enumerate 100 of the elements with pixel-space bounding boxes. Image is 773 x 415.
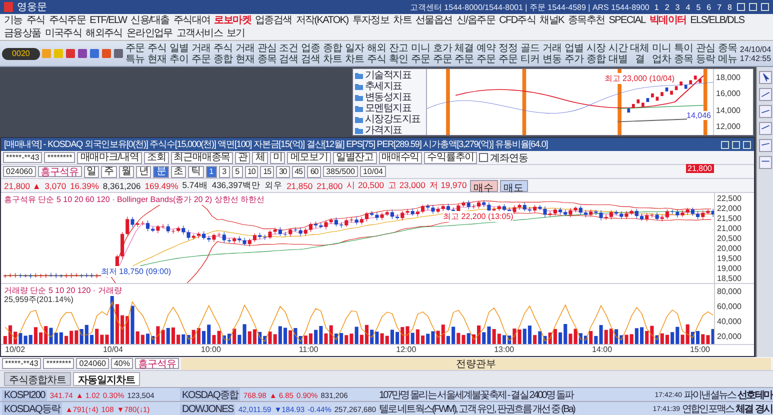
trade-button[interactable]: 매수 — [470, 180, 498, 192]
interval-button[interactable]: 15 — [260, 166, 274, 178]
data-count-field[interactable]: 385/500 — [323, 166, 358, 177]
news-headline[interactable]: 텔로 네트웍스(FWM), 고객 유인, 판권흐름 개선 중 (Ba) — [379, 402, 574, 415]
toolbar-button[interactable]: 호가 주문 — [432, 42, 453, 66]
menu-item[interactable]: 기능 — [2, 14, 24, 27]
interval-button[interactable]: 3 — [218, 166, 230, 178]
menu-item[interactable]: 차트 — [391, 14, 414, 27]
screen-page-button[interactable]: 7 — [716, 2, 723, 12]
action-button[interactable]: 일별잔고 — [332, 152, 377, 164]
menu-item[interactable]: 주식 — [24, 14, 47, 27]
news-headline[interactable]: 107만명 몰리는 서울세계불꽃축제 - 결실 2400명 돌파 — [379, 388, 574, 402]
screen-tab[interactable]: 자동일지차트 — [73, 372, 140, 386]
action-button[interactable]: 메모보기 — [287, 152, 331, 164]
action-button[interactable]: 매매수익 — [378, 152, 422, 164]
toolbar-button[interactable]: 미니 업차 — [651, 42, 672, 66]
action-button[interactable]: 최근매매종목 — [170, 152, 234, 164]
stock-code-field[interactable]: 024060 — [76, 358, 109, 369]
screen-number-field[interactable]: 0020 — [2, 48, 40, 60]
stock-code-field[interactable]: 024060 — [3, 166, 36, 177]
menu-item[interactable]: 선물옵션 — [414, 14, 454, 27]
account-field[interactable]: *****-**43 — [3, 152, 42, 163]
period-tab[interactable]: 주 — [101, 166, 117, 178]
toolbar-button[interactable]: 주식 현재 — [146, 42, 168, 66]
password-field[interactable]: ******** — [44, 152, 76, 163]
stock-name-field[interactable]: 흥구석유 — [134, 358, 179, 369]
menu-item[interactable]: 투자정보 — [350, 14, 392, 27]
period-tab[interactable]: 일 — [84, 166, 100, 178]
indicator-group-item[interactable]: 모멘텀지표 — [355, 103, 424, 114]
interval-button[interactable]: 5 — [232, 166, 243, 178]
period-tab[interactable]: 월 — [118, 166, 134, 178]
menu-item[interactable]: 빅데이터 — [647, 14, 688, 27]
period-tab[interactable]: 년 — [136, 166, 152, 178]
password-field[interactable]: ******** — [43, 358, 74, 369]
trade-button[interactable]: 매도 — [500, 180, 528, 192]
menu-item[interactable]: 보기 — [224, 27, 247, 40]
toolbar-button[interactable]: 대체 결 — [629, 42, 650, 66]
period-tab[interactable]: 분 — [153, 166, 169, 178]
news-action-button[interactable]: 체결 — [736, 402, 753, 415]
date-field[interactable]: 10/04 — [360, 166, 386, 177]
toolbar-button[interactable]: 종합 차트 — [322, 42, 344, 66]
screen-tab[interactable]: 주식종합차트 — [4, 372, 71, 386]
action-button[interactable]: 조회 — [144, 152, 169, 164]
action-button[interactable]: 관 — [235, 152, 250, 164]
menu-item[interactable]: 온라인업무 — [124, 27, 174, 40]
action-button[interactable]: 미 — [270, 152, 286, 164]
indicator-group-item[interactable]: 추세지표 — [355, 81, 424, 92]
action-button[interactable]: 매매마크/내역 — [77, 152, 142, 164]
toolbar-button[interactable]: 일별 추이 — [168, 42, 190, 66]
menu-item[interactable]: 업종검색 — [253, 14, 294, 27]
toolbar-button[interactable]: 조건 검색 — [278, 42, 300, 66]
toolbar-button[interactable]: 거래 현재 — [234, 42, 256, 66]
menu-item[interactable]: 주식대여 — [171, 14, 212, 27]
menu-item[interactable]: 로보마켓 — [212, 14, 254, 27]
screen-page-button[interactable]: 1 — [653, 2, 660, 12]
interval-button[interactable]: 60 — [307, 166, 322, 178]
menu-item[interactable]: ETF/ELW — [88, 14, 129, 27]
toolbar-button[interactable]: 해외 주식 — [366, 42, 387, 66]
screen-page-button[interactable]: 4 — [684, 2, 692, 12]
toolbar-button[interactable]: 종목 메뉴 — [716, 42, 738, 66]
news-action-button[interactable]: 선호테마 — [738, 388, 772, 402]
menu-item[interactable]: 금융상품 — [2, 27, 43, 40]
screen-page-button[interactable]: 8 — [726, 2, 733, 12]
toolbar-button[interactable]: 주식 종합 — [212, 42, 234, 66]
toolbar-button[interactable]: 업종 검색 — [300, 42, 322, 66]
toolbar-button[interactable]: 주문 특뉴 — [124, 42, 146, 66]
menu-item[interactable]: SPECIAL — [606, 14, 648, 27]
indicator-group-item[interactable]: 변동성지표 — [355, 92, 424, 103]
stock-name-field[interactable]: 흥구석유 — [38, 166, 82, 177]
toolbar-button[interactable]: 정정 주문 — [498, 42, 519, 66]
menu-item[interactable]: ELS/ELB/DLS — [688, 14, 746, 27]
news-action-button[interactable]: 경시 — [754, 402, 772, 415]
interval-button[interactable]: 1 — [206, 166, 217, 178]
toolbar-button[interactable]: 거래 변동 — [541, 42, 562, 66]
action-button[interactable]: 수익률추이 — [424, 152, 478, 164]
toolbar-button[interactable]: 미니 주문 — [410, 42, 431, 66]
screen-page-button[interactable]: 3 — [674, 2, 681, 12]
toolbar-button[interactable]: 업별 주가 — [563, 42, 584, 66]
interval-button[interactable]: 10 — [244, 166, 258, 178]
menu-item[interactable]: 종목추천 — [566, 14, 607, 27]
indicator-group-item[interactable]: 시장강도지표 — [355, 114, 424, 125]
screen-page-button[interactable]: 6 — [706, 2, 712, 12]
menu-item[interactable]: 미국주식 — [42, 27, 84, 40]
toolbar-button[interactable]: 관심 종목 — [256, 42, 278, 66]
menu-item[interactable]: 해외주식 — [84, 27, 124, 40]
menu-item[interactable]: 저작(KATOK) — [294, 14, 350, 27]
ratio-field[interactable]: 40% — [110, 358, 133, 369]
screen-page-button[interactable]: 2 — [664, 2, 670, 12]
toolbar-button[interactable]: 예약 주문 — [476, 42, 497, 66]
menu-item[interactable]: CFD주식 — [497, 14, 538, 27]
menu-item[interactable]: 신용/대출 — [128, 14, 172, 27]
toolbar-button[interactable]: 잔고 확인 — [388, 42, 409, 66]
action-button[interactable]: 체 — [252, 152, 268, 164]
period-tab[interactable]: 틱 — [188, 166, 204, 178]
menu-item[interactable]: 주식주문 — [46, 14, 88, 27]
interval-button[interactable]: 30 — [276, 166, 290, 178]
interval-button[interactable]: 45 — [292, 166, 306, 178]
toolbar-button[interactable]: 체결 주문 — [454, 42, 475, 66]
menu-item[interactable]: 신/옵주문 — [454, 14, 498, 27]
screen-page-button[interactable]: 5 — [695, 2, 702, 12]
